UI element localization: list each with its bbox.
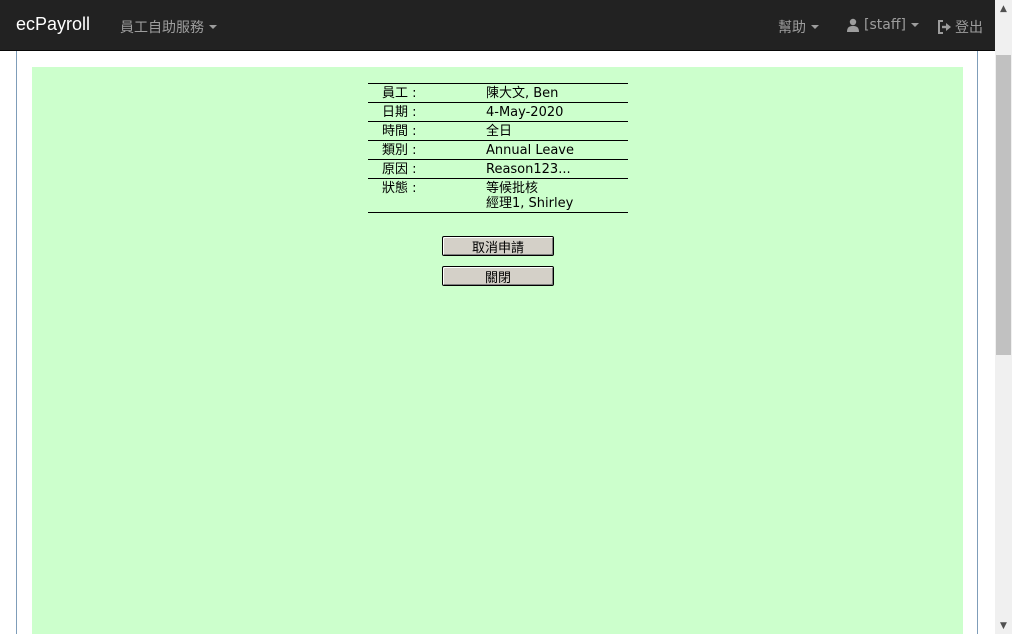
detail-value-text: 全日 bbox=[486, 124, 513, 139]
detail-value: Reason123... bbox=[486, 160, 628, 179]
vertical-scrollbar[interactable]: ▲ ▼ bbox=[995, 0, 1012, 634]
detail-value-text: 4-May-2020 bbox=[486, 105, 564, 120]
chevron-down-icon bbox=[811, 25, 819, 29]
logout-label: 登出 bbox=[955, 20, 983, 36]
chevron-down-icon bbox=[910, 23, 919, 27]
close-button[interactable]: 關閉 bbox=[442, 266, 554, 286]
user-icon bbox=[845, 17, 861, 33]
cancel-request-button[interactable]: 取消申請 bbox=[442, 236, 554, 256]
scroll-up-icon[interactable]: ▲ bbox=[995, 0, 1012, 17]
detail-row: 原因 : Reason123... bbox=[368, 160, 628, 179]
detail-label: 原因 : bbox=[382, 162, 417, 177]
detail-label: 日期 : bbox=[382, 105, 417, 120]
user-menu[interactable]: [staff] bbox=[845, 17, 919, 33]
chevron-down-icon bbox=[209, 25, 217, 29]
detail-row: 員工 : 陳大文, Ben bbox=[368, 83, 628, 103]
detail-value: 等候批核 經理1, Shirley bbox=[486, 179, 628, 213]
logout-icon bbox=[936, 19, 952, 35]
detail-value: 陳大文, Ben bbox=[486, 84, 628, 103]
scroll-down-icon[interactable]: ▼ bbox=[995, 617, 1012, 634]
help-menu[interactable]: 幫助 bbox=[778, 17, 819, 37]
leave-detail-table: 員工 : 陳大文, Ben 日期 : 4-May-2020 時間 : 全日類別 : Annu… bbox=[368, 83, 628, 213]
help-menu-label: 幫助 bbox=[778, 20, 806, 36]
logout-link[interactable]: 登出 bbox=[936, 17, 983, 37]
leave-detail-panel: 員工 : 陳大文, Ben 日期 : 4-May-2020 時間 : 全日類別 : Annu… bbox=[32, 67, 963, 634]
self-service-menu-label: 員工自助服務 bbox=[120, 20, 204, 36]
detail-value: 4-May-2020 bbox=[486, 103, 628, 122]
detail-label: 員工 : bbox=[382, 86, 417, 101]
detail-row: 狀態 : 等候批核 經理1, Shirley bbox=[368, 179, 628, 213]
detail-label: 時間 : bbox=[382, 124, 417, 139]
detail-value-text: 陳大文, Ben bbox=[486, 86, 559, 101]
detail-value: 全日 bbox=[486, 122, 628, 141]
detail-row: 時間 : 全日 bbox=[368, 122, 628, 141]
user-menu-label: [staff] bbox=[864, 17, 906, 33]
scroll-thumb[interactable] bbox=[996, 55, 1011, 355]
brand-logo[interactable]: ecPayroll bbox=[16, 14, 90, 35]
detail-value-text: 等候批核 bbox=[486, 181, 539, 196]
detail-value: Annual Leave bbox=[486, 141, 628, 160]
self-service-menu[interactable]: 員工自助服務 bbox=[120, 17, 217, 37]
detail-row: 日期 : 4-May-2020 bbox=[368, 103, 628, 122]
detail-value-approver: 經理1, Shirley bbox=[486, 196, 574, 211]
detail-label: 類別 : bbox=[382, 143, 417, 158]
top-navbar: ecPayroll 員工自助服務 幫助 [staff] 登出 bbox=[0, 0, 995, 51]
detail-label: 狀態 : bbox=[382, 181, 417, 196]
detail-value-text: Annual Leave bbox=[486, 143, 574, 158]
detail-value-text: Reason123... bbox=[486, 162, 571, 177]
detail-row: 類別 : Annual Leave bbox=[368, 141, 628, 160]
